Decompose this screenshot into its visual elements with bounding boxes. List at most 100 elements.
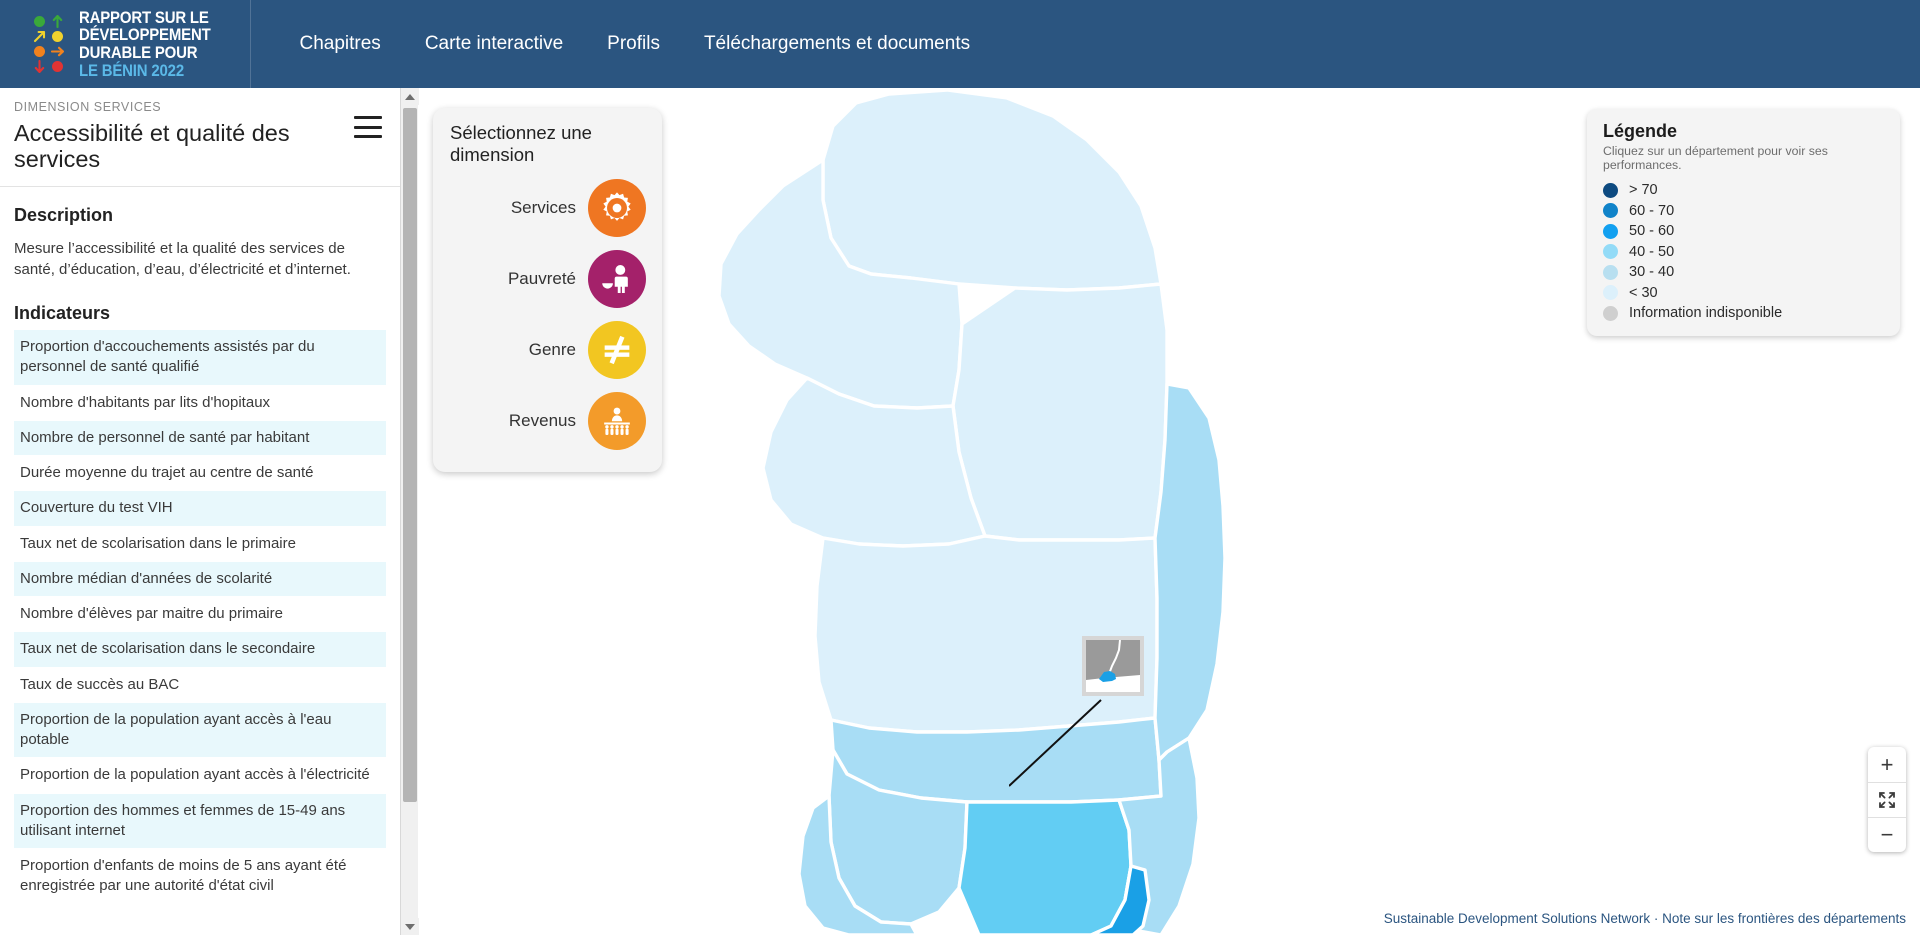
indicator-item[interactable]: Nombre de personnel de santé par habitan… <box>14 420 386 457</box>
logo-dot-green <box>33 16 45 27</box>
scrollbar-up-arrow-icon[interactable] <box>401 88 419 105</box>
legend-color-swatch <box>1603 223 1618 239</box>
dimension-info-panel: DIMENSION SERVICES Accessibilité et qual… <box>0 88 400 935</box>
logo-dot-red <box>51 61 63 72</box>
dimension-option-pauvrete-label: Pauvreté <box>507 268 576 288</box>
map-legend: Légende Cliquez sur un département pour … <box>1587 109 1900 336</box>
indicator-item[interactable]: Nombre médian d'années de scolarité <box>14 561 386 598</box>
logo-arrow-up-green <box>51 14 64 29</box>
map-credit: Sustainable Development Solutions Networ… <box>1384 911 1906 926</box>
indicator-item[interactable]: Proportion d'enfants de moins de 5 ans a… <box>14 849 386 905</box>
legend-item[interactable]: Information indisponible <box>1603 303 1886 324</box>
legend-item-label: > 70 <box>1629 182 1658 199</box>
dimension-option-services[interactable]: Services <box>447 172 646 243</box>
legend-color-swatch <box>1603 203 1618 219</box>
department-plateau[interactable] <box>1153 382 1227 762</box>
page-title: Accessibilité et qualité des services <box>14 120 290 172</box>
site-logo[interactable]: RAPPORT SUR LE DÉVELOPPEMENT DURABLE POU… <box>0 0 252 88</box>
legend-color-swatch <box>1603 285 1618 301</box>
dimension-option-pauvrete[interactable]: Pauvreté <box>447 243 646 314</box>
legend-item[interactable]: 50 - 60 <box>1603 221 1886 242</box>
zoom-in-button[interactable]: + <box>1868 747 1906 782</box>
nav-item-carte-interactive[interactable]: Carte interactive <box>403 0 585 88</box>
logo-line-1: RAPPORT SUR LE <box>79 7 209 27</box>
scrollbar-thumb[interactable] <box>403 108 417 802</box>
dimension-option-services-label: Services <box>510 197 576 217</box>
gear-icon <box>588 178 646 237</box>
dimension-selector-title: Sélectionnez une dimension <box>450 122 592 165</box>
legend-item-label: 50 - 60 <box>1629 223 1675 240</box>
top-navigation-bar: RAPPORT SUR LE DÉVELOPPEMENT DURABLE POU… <box>0 0 1920 88</box>
dimension-option-genre-label: Genre <box>528 339 576 359</box>
logo-line-2: DÉVELOPPEMENT <box>79 25 211 45</box>
indicator-item[interactable]: Durée moyenne du trajet au centre de san… <box>14 456 386 492</box>
nav-item-chapitres[interactable]: Chapitres <box>277 0 402 88</box>
credit-note-link[interactable]: Note sur les frontières des départements <box>1662 911 1906 926</box>
indicator-item[interactable]: Taux de succès au BAC <box>14 668 386 703</box>
hamburger-bar-2 <box>354 125 382 129</box>
hamburger-bar-3 <box>354 135 382 138</box>
indicator-item[interactable]: Proportion d'accouchements assistés par … <box>14 330 386 386</box>
logo-arrow-right-orange <box>50 45 64 58</box>
dimension-option-revenus[interactable]: Revenus <box>447 385 646 456</box>
indicator-item[interactable]: Nombre d'élèves par maitre du primaire <box>14 597 386 633</box>
dimension-option-genre[interactable]: Genre <box>447 314 646 385</box>
nav-item-profils[interactable]: Profils <box>585 0 682 88</box>
scrollbar-down-arrow-icon[interactable] <box>401 918 419 935</box>
fullscreen-icon[interactable] <box>1868 782 1906 817</box>
department-alibori[interactable] <box>821 88 1163 292</box>
indicator-item[interactable]: Proportion de la population ayant accès … <box>14 758 386 794</box>
legend-item-label: < 30 <box>1629 284 1658 301</box>
legend-color-swatch <box>1603 264 1618 280</box>
department-atlantique[interactable] <box>957 798 1133 935</box>
indicator-item[interactable]: Proportion des hommes et femmes de 15-49… <box>14 793 386 850</box>
nav-item-telechargements[interactable]: Téléchargements et documents <box>682 0 992 88</box>
legend-title: Légende <box>1603 121 1678 141</box>
indicator-item[interactable]: Couverture du test VIH <box>14 491 386 527</box>
panel-scrollbar[interactable] <box>400 88 419 935</box>
poverty-icon <box>588 249 646 308</box>
indicator-item[interactable]: Taux net de scolarisation dans le second… <box>14 632 386 668</box>
dimension-option-revenus-label: Revenus <box>508 410 576 430</box>
indicator-list: Proportion d'accouchements assistés par … <box>14 330 386 905</box>
legend-item-label: 40 - 50 <box>1629 243 1675 260</box>
not-equal-icon <box>588 320 646 379</box>
legend-item[interactable]: 40 - 50 <box>1603 242 1886 263</box>
map-zoom-controls: + − <box>1868 747 1906 852</box>
legend-item[interactable]: 30 - 40 <box>1603 262 1886 283</box>
hamburger-icon[interactable] <box>354 116 382 138</box>
zoom-out-button[interactable]: − <box>1868 817 1906 852</box>
legend-item-label: 30 - 40 <box>1629 264 1675 281</box>
department-borgou[interactable] <box>951 282 1169 542</box>
description-heading: Description <box>14 204 114 225</box>
credit-organization[interactable]: Sustainable Development Solutions Networ… <box>1384 911 1650 926</box>
inset-shape <box>1086 640 1140 692</box>
indicator-item[interactable]: Taux net de scolarisation dans le primai… <box>14 527 386 562</box>
indicator-item[interactable]: Nombre d'habitants par lits d'hopitaux <box>14 386 386 421</box>
logo-line-3: DURABLE POUR <box>79 43 198 62</box>
assembly-icon <box>588 391 646 450</box>
dimension-kicker: DIMENSION SERVICES <box>14 100 162 114</box>
legend-item[interactable]: < 30 <box>1603 283 1886 304</box>
logo-dot-yellow <box>51 31 63 42</box>
credit-separator: · <box>1653 911 1659 926</box>
logo-dot-orange <box>33 46 45 57</box>
map-inset-inner <box>1086 640 1140 692</box>
legend-rows: > 70 60 - 70 50 - 60 40 - 50 30 - 40 < 30 Info… <box>1603 180 1886 324</box>
hamburger-bar-1 <box>354 116 382 119</box>
indicator-item[interactable]: Proportion de la population ayant accès … <box>14 702 386 759</box>
description-text: Mesure l’accessibilité et la qualité des… <box>14 239 351 279</box>
department-collines[interactable] <box>813 534 1159 734</box>
indicators-heading: Indicateurs <box>14 303 111 324</box>
main-nav-links: Chapitres Carte interactive Profils Télé… <box>251 0 992 88</box>
legend-item[interactable]: > 70 <box>1603 180 1886 201</box>
legend-color-swatch <box>1603 244 1618 260</box>
panel-body: Description Mesure l’accessibilité et la… <box>0 187 400 905</box>
interactive-map-area[interactable]: Sélectionnez une dimension Services Pauv… <box>419 88 1920 935</box>
logo-wordmark: RAPPORT SUR LE DÉVELOPPEMENT DURABLE POU… <box>79 7 228 80</box>
legend-item[interactable]: 60 - 70 <box>1603 201 1886 222</box>
legend-item-label: 60 - 70 <box>1629 202 1675 219</box>
panel-header: DIMENSION SERVICES Accessibilité et qual… <box>0 88 400 187</box>
legend-subtitle: Cliquez sur un département pour voir ses… <box>1603 144 1828 172</box>
map-inset-locator <box>1082 636 1144 696</box>
